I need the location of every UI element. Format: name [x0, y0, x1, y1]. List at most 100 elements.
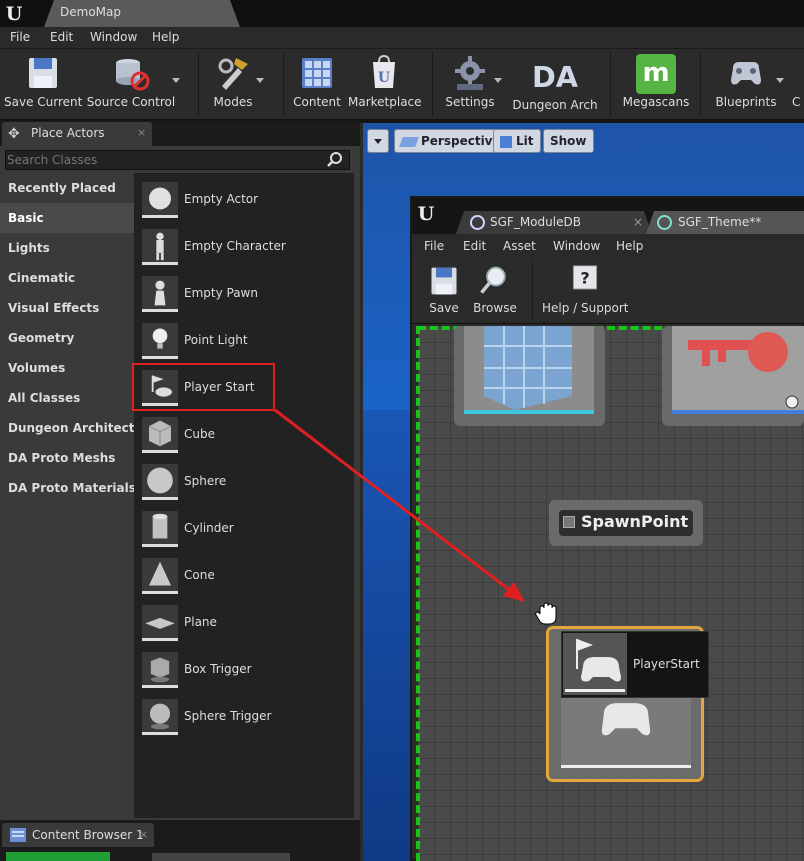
settings-dropdown-icon[interactable] [494, 78, 502, 83]
editor-save-button[interactable]: Save [422, 262, 466, 326]
perspective-icon [399, 136, 419, 147]
actor-cone[interactable]: Cone [134, 551, 354, 598]
actor-empty-pawn[interactable]: Empty Pawn [134, 269, 354, 316]
close-icon[interactable]: × [633, 215, 643, 229]
import-button[interactable] [152, 853, 212, 861]
toolbar-separator [198, 52, 199, 116]
editor-browse-button[interactable]: Browse [470, 262, 520, 326]
editor-menu-window[interactable]: Window [553, 239, 600, 253]
editor-menu-file[interactable]: File [424, 239, 444, 253]
actor-empty-actor[interactable]: Empty Actor [134, 175, 354, 222]
cylinder-icon [142, 511, 178, 547]
search-icon[interactable] [326, 151, 344, 169]
actor-cylinder[interactable]: Cylinder [134, 504, 354, 551]
box-trigger-icon [142, 652, 178, 688]
viewport-options-button[interactable] [367, 129, 389, 153]
sphere-trigger-icon [142, 699, 178, 735]
cone-icon [142, 558, 178, 594]
unreal-logo-icon[interactable]: U [414, 201, 438, 227]
actor-box-trigger[interactable]: Box Trigger [134, 645, 354, 692]
close-icon[interactable]: × [139, 828, 148, 841]
perspective-button[interactable]: Perspective [394, 129, 508, 153]
player-start-icon [563, 633, 627, 695]
lit-button[interactable]: Lit [493, 129, 541, 153]
add-new-button[interactable] [6, 852, 110, 861]
search-input[interactable] [7, 151, 317, 169]
editor-menu-help[interactable]: Help [616, 239, 643, 253]
actor-plane[interactable]: Plane [134, 598, 354, 645]
graph-focus-border [416, 326, 420, 861]
key-mesh-thumbnail [672, 326, 804, 414]
category-all-classes[interactable]: All Classes [0, 383, 134, 413]
content-browser-icon [10, 828, 26, 842]
category-geometry[interactable]: Geometry [0, 323, 134, 353]
category-da-proto-meshs[interactable]: DA Proto Meshs [0, 443, 134, 473]
hand-cursor-icon [535, 602, 557, 625]
close-icon[interactable]: × [137, 126, 146, 139]
settings-icon [455, 56, 485, 90]
menu-file[interactable]: File [10, 30, 30, 44]
actor-empty-character[interactable]: Empty Character [134, 222, 354, 269]
save-all-button[interactable] [210, 853, 290, 861]
menu-edit[interactable]: Edit [50, 30, 73, 44]
menu-help[interactable]: Help [152, 30, 179, 44]
actor-point-light[interactable]: Point Light [134, 316, 354, 363]
dungeon-arch-icon: DA [532, 60, 578, 94]
editor-menu-edit[interactable]: Edit [463, 239, 486, 253]
marketplace-button[interactable]: U Marketplace [348, 52, 422, 116]
plane-icon [142, 605, 178, 641]
actor-cube[interactable]: Cube [134, 410, 354, 457]
source-control-dropdown-icon[interactable] [172, 78, 180, 83]
settings-button[interactable]: Settings [442, 52, 502, 116]
content-button[interactable]: Content [290, 52, 344, 116]
empty-character-icon [142, 229, 178, 265]
help-support-button[interactable]: ? Help / Support [542, 262, 628, 326]
spawn-point-label: SpawnPoint [581, 512, 689, 531]
blueprints-button[interactable]: Blueprints [712, 52, 784, 116]
marketplace-icon: U [373, 54, 395, 88]
category-basic[interactable]: Basic [0, 203, 134, 233]
empty-actor-icon [142, 182, 178, 218]
content-icon [302, 58, 332, 88]
cinematics-button[interactable]: C [792, 52, 804, 116]
megascans-button[interactable]: m Megascans [620, 52, 692, 116]
megascans-icon: m [636, 54, 676, 94]
show-button[interactable]: Show [543, 129, 594, 153]
svg-text:DA: DA [532, 60, 578, 94]
tab-sgf-theme-label: SGF_Theme** [678, 215, 762, 229]
save-icon [29, 58, 57, 88]
save-icon [431, 267, 457, 295]
category-lights[interactable]: Lights [0, 233, 134, 263]
blueprints-dropdown-icon[interactable] [776, 78, 784, 83]
category-recently-placed[interactable]: Recently Placed [0, 173, 134, 203]
category-da-proto-materials[interactable]: DA Proto Materials [0, 473, 136, 503]
actor-sphere-trigger[interactable]: Sphere Trigger [134, 692, 354, 739]
unreal-logo-icon[interactable]: U [2, 2, 26, 26]
drag-tooltip-label: PlayerStart [633, 657, 700, 671]
category-dungeon-architect[interactable]: Dungeon Architect [0, 413, 134, 443]
category-cinematic[interactable]: Cinematic [0, 263, 134, 293]
save-current-button[interactable]: Save Current [4, 52, 82, 116]
category-visual-effects[interactable]: Visual Effects [0, 293, 134, 323]
toolbar-separator [610, 52, 611, 116]
svg-text:?: ? [580, 269, 589, 288]
toolbar-separator [283, 52, 284, 116]
editor-menu-asset[interactable]: Asset [503, 239, 536, 253]
asset-icon [657, 215, 672, 230]
dungeon-arch-button[interactable]: DA Dungeon Arch [510, 52, 600, 116]
lit-icon [500, 135, 512, 148]
marker-icon [563, 516, 575, 528]
actor-sphere[interactable]: Sphere [134, 457, 354, 504]
source-control-button[interactable]: Source Control [86, 52, 180, 116]
svg-text:U: U [378, 70, 390, 86]
category-volumes[interactable]: Volumes [0, 353, 134, 383]
content-browser-tab-label: Content Browser 1 [32, 828, 144, 842]
toolbar-separator [432, 52, 433, 116]
cube-icon [142, 417, 178, 453]
modes-icon [218, 58, 248, 90]
cube-mesh-thumbnail [464, 326, 594, 414]
menu-window[interactable]: Window [90, 30, 137, 44]
modes-button[interactable]: Modes [206, 52, 264, 116]
chevron-down-icon [374, 139, 382, 144]
modes-dropdown-icon[interactable] [256, 78, 264, 83]
